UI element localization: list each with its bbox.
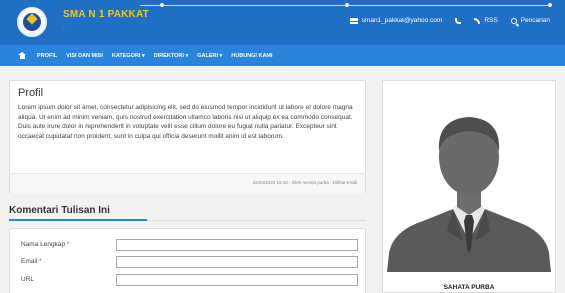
search-icon bbox=[510, 17, 517, 24]
nav-item-hubungi-kami[interactable]: HUBUNGI KAMI bbox=[231, 53, 272, 59]
rss-label: RSS bbox=[484, 17, 498, 24]
email-link[interactable]: sman1_pakkat@yahoo.com bbox=[349, 17, 443, 24]
school-logo[interactable] bbox=[17, 7, 47, 37]
search-link[interactable]: Pencarian bbox=[510, 17, 550, 24]
url-label: URL bbox=[21, 276, 35, 283]
site-subtitle: . bbox=[63, 24, 65, 30]
header-decoration-dot bbox=[345, 3, 349, 7]
name-label: Nama Lengkap * bbox=[21, 241, 70, 248]
nav-item-profil[interactable]: PROFIL bbox=[37, 53, 57, 59]
site-header: SMA N 1 PAKKAT . sman1_pakkat@yahoo.com … bbox=[0, 0, 565, 45]
url-field[interactable] bbox=[116, 274, 358, 286]
phone-link[interactable] bbox=[455, 17, 462, 24]
comment-heading: Komentari Tulisan Ini bbox=[9, 205, 110, 216]
phone-icon bbox=[455, 17, 462, 24]
principal-card: SAHATA PURBA bbox=[382, 80, 556, 293]
page-title: Profil bbox=[18, 87, 44, 99]
name-field[interactable] bbox=[116, 239, 358, 251]
rss-link[interactable]: RSS bbox=[474, 17, 498, 24]
profile-body-text: Lorem ipsum dolor sit amet, consectetur … bbox=[18, 104, 353, 140]
person-silhouette-icon bbox=[383, 81, 555, 272]
required-marker: * bbox=[39, 258, 42, 265]
heading-underline bbox=[9, 219, 147, 221]
avatar[interactable] bbox=[383, 81, 555, 272]
form-row-url: URL bbox=[10, 274, 367, 288]
header-links: sman1_pakkat@yahoo.com RSS Pencarian bbox=[349, 17, 550, 24]
form-row-name: Nama Lengkap * bbox=[10, 239, 367, 253]
search-label: Pencarian bbox=[520, 17, 550, 24]
header-decoration-dot bbox=[548, 3, 552, 7]
nav-item-kategori[interactable]: KATEGORI ▾ bbox=[112, 53, 145, 59]
main-nav: PROFIL VISI DAN MISI KATEGORI ▾ DIREKTOR… bbox=[0, 45, 565, 66]
nav-item-direktori[interactable]: DIREKTORI ▾ bbox=[154, 53, 188, 59]
nav-item-galeri[interactable]: GALERI ▾ bbox=[197, 53, 222, 59]
email-text: sman1_pakkat@yahoo.com bbox=[361, 17, 443, 24]
principal-name: SAHATA PURBA bbox=[443, 284, 495, 291]
required-marker: * bbox=[66, 241, 70, 248]
profile-card: Profil Lorem ipsum dolor sit amet, conse… bbox=[9, 80, 366, 193]
rss-icon bbox=[474, 17, 481, 24]
post-meta: 15/03/2020 19:18 - Oleh nervita purba - … bbox=[10, 173, 365, 193]
site-title[interactable]: SMA N 1 PAKKAT bbox=[63, 9, 149, 20]
form-row-email: Email * bbox=[10, 256, 367, 270]
home-icon[interactable] bbox=[18, 52, 26, 59]
nav-item-visi-misi[interactable]: VISI DAN MISI bbox=[66, 53, 103, 59]
comment-form: Nama Lengkap * Email * URL bbox=[9, 228, 366, 293]
header-decoration-dot bbox=[160, 3, 164, 7]
email-field[interactable] bbox=[116, 256, 358, 268]
email-label: Email * bbox=[21, 258, 42, 265]
envelope-icon bbox=[349, 17, 358, 24]
